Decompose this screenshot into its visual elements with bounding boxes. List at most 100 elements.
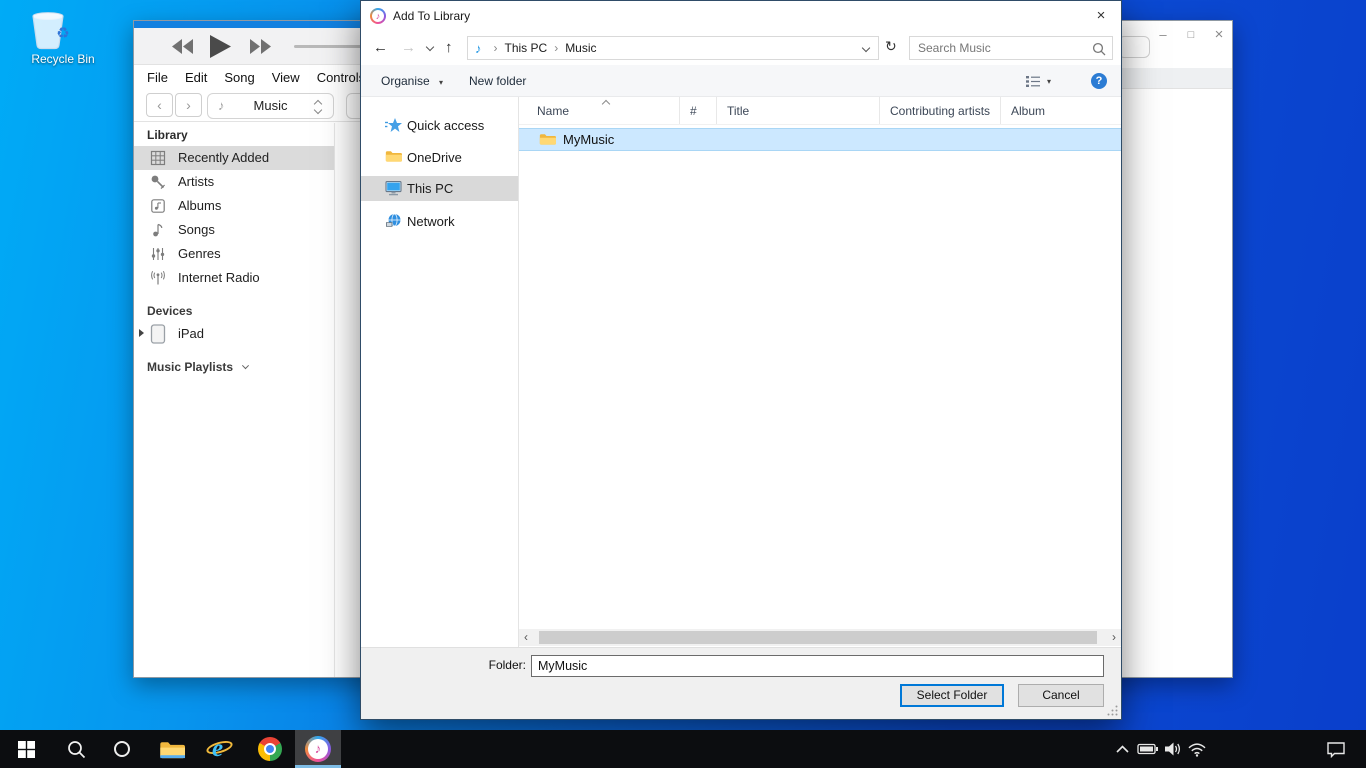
itunes-back-button[interactable]: ‹ <box>146 93 173 117</box>
view-mode-icon[interactable] <box>1025 75 1041 88</box>
search-box <box>909 36 1113 60</box>
tray-battery[interactable] <box>1135 730 1161 768</box>
music-playlists-label: Music Playlists <box>147 360 233 374</box>
internet-explorer-icon: e <box>206 735 234 763</box>
back-button[interactable]: ← <box>373 39 388 56</box>
folder-icon <box>385 149 402 163</box>
search-input[interactable] <box>916 38 1086 58</box>
folder-input[interactable] <box>531 655 1104 677</box>
search-icon[interactable] <box>1092 42 1106 56</box>
up-button[interactable]: ↑ <box>445 39 453 56</box>
recycle-bin[interactable]: ♻ Recycle Bin <box>26 10 100 66</box>
organise-button[interactable]: Organise ▾ <box>381 74 443 88</box>
itunes-playback-toolbar <box>134 28 396 65</box>
address-bar: ← → ↑ ♪ › This PC › Music ↻ <box>361 31 1121 65</box>
media-selector-dropdown[interactable]: ♪ Music <box>207 93 334 119</box>
organise-label: Organise <box>381 74 430 88</box>
taskbar-search-button[interactable] <box>55 730 97 768</box>
sidebar-item-artists[interactable]: Artists <box>134 170 334 194</box>
scroll-right-arrow[interactable]: › <box>1112 629 1116 646</box>
itunes-icon: ♪ <box>305 736 331 762</box>
help-button[interactable]: ? <box>1091 73 1107 89</box>
itunes-minimize-button[interactable]: – <box>1152 25 1174 45</box>
column-label: # <box>690 104 697 118</box>
add-to-library-dialog: ♪ Add To Library × ← → ↑ ♪ › This PC › M… <box>360 0 1122 720</box>
tray-show-hidden-icons[interactable] <box>1110 730 1134 768</box>
folder-label: Folder: <box>486 658 526 672</box>
sidebar-item-label: Artists <box>178 170 214 194</box>
nav-item-onedrive[interactable]: OneDrive <box>361 145 518 170</box>
menu-edit[interactable]: Edit <box>185 70 207 85</box>
scroll-left-arrow[interactable]: ‹ <box>524 629 528 646</box>
breadcrumb[interactable]: ♪ › This PC › Music <box>467 36 879 60</box>
tray-volume[interactable] <box>1160 730 1186 768</box>
dialog-close-button[interactable]: × <box>1081 1 1121 31</box>
column-contributing-artists[interactable]: Contributing artists <box>880 97 1001 124</box>
view-dropdown-icon[interactable]: ▾ <box>1047 77 1051 86</box>
address-dropdown-icon[interactable] <box>862 44 870 52</box>
fast-forward-button[interactable] <box>250 39 272 54</box>
itunes-taskbar-button[interactable]: ♪ <box>295 730 341 768</box>
chrome-button[interactable] <box>248 730 292 768</box>
dialog-titlebar: ♪ Add To Library × <box>361 1 1121 31</box>
refresh-button[interactable]: ↻ <box>885 38 897 55</box>
rewind-button[interactable] <box>172 39 194 54</box>
itunes-forward-button[interactable]: › <box>175 93 202 117</box>
sidebar-item-albums[interactable]: Albums <box>134 194 334 218</box>
caret-down-icon: ▾ <box>439 78 443 87</box>
new-folder-button[interactable]: New folder <box>469 74 526 88</box>
file-name: MyMusic <box>563 129 614 150</box>
sidebar-item-ipad[interactable]: iPad <box>134 322 334 346</box>
media-selector-label: Music <box>208 94 333 118</box>
sidebar-item-label: Songs <box>178 218 215 242</box>
start-button[interactable] <box>4 730 48 768</box>
column-name[interactable]: Name <box>519 97 680 124</box>
nav-item-this-pc[interactable]: This PC <box>361 176 518 201</box>
dialog-toolbar: Organise ▾ New folder ▾ ? <box>361 65 1121 97</box>
itunes-search-box-fragment[interactable] <box>1118 36 1150 58</box>
sidebar-item-songs[interactable]: Songs <box>134 218 334 242</box>
resize-grip[interactable] <box>1107 705 1118 716</box>
itunes-menubar: File Edit Song View Controls Account <box>134 66 364 88</box>
menu-controls[interactable]: Controls <box>317 70 364 85</box>
menu-view[interactable]: View <box>272 70 300 85</box>
nav-item-label: Quick access <box>407 113 484 138</box>
column-headers: Name # Title Contributing artists Album <box>519 97 1121 125</box>
column-album[interactable]: Album <box>1001 97 1121 124</box>
history-dropdown-icon[interactable] <box>426 43 434 51</box>
internet-explorer-button[interactable]: e <box>198 730 242 768</box>
expand-caret-icon[interactable] <box>139 329 144 337</box>
nav-item-label: Network <box>407 209 455 234</box>
nav-item-quick-access[interactable]: Quick access <box>361 113 518 138</box>
horizontal-scrollbar[interactable]: ‹ › <box>519 629 1121 646</box>
cancel-button[interactable]: Cancel <box>1018 684 1104 707</box>
itunes-maximize-button[interactable]: □ <box>1180 25 1202 45</box>
breadcrumb-this-pc[interactable]: This PC <box>505 41 548 55</box>
scrollbar-thumb[interactable] <box>539 631 1097 644</box>
play-button[interactable] <box>210 35 231 58</box>
network-icon <box>385 213 402 229</box>
cortana-button[interactable] <box>102 730 142 768</box>
tray-wifi[interactable] <box>1184 730 1210 768</box>
itunes-app-icon: ♪ <box>370 8 386 24</box>
select-folder-button[interactable]: Select Folder <box>900 684 1004 707</box>
menu-song[interactable]: Song <box>224 70 254 85</box>
nav-item-network[interactable]: Network <box>361 209 518 234</box>
column-title[interactable]: Title <box>717 97 880 124</box>
itunes-close-button[interactable]: × <box>1208 25 1230 45</box>
file-row-mymusic[interactable]: MyMusic <box>519 128 1121 151</box>
sidebar-item-internet-radio[interactable]: Internet Radio <box>134 266 334 290</box>
music-playlists-header[interactable]: Music Playlists <box>147 360 248 374</box>
column-number[interactable]: # <box>680 97 717 124</box>
action-center-button[interactable] <box>1314 730 1358 768</box>
tablet-icon <box>150 324 166 344</box>
file-explorer-button[interactable] <box>150 730 194 768</box>
menu-file[interactable]: File <box>147 70 168 85</box>
sidebar-divider <box>334 123 335 677</box>
monitor-icon <box>385 180 402 196</box>
breadcrumb-separator: › <box>554 41 558 55</box>
sidebar-item-genres[interactable]: Genres <box>134 242 334 266</box>
breadcrumb-music[interactable]: Music <box>565 41 596 55</box>
sidebar-item-recently-added[interactable]: Recently Added <box>134 146 334 170</box>
file-list-pane: Name # Title Contributing artists Album <box>518 97 1121 647</box>
